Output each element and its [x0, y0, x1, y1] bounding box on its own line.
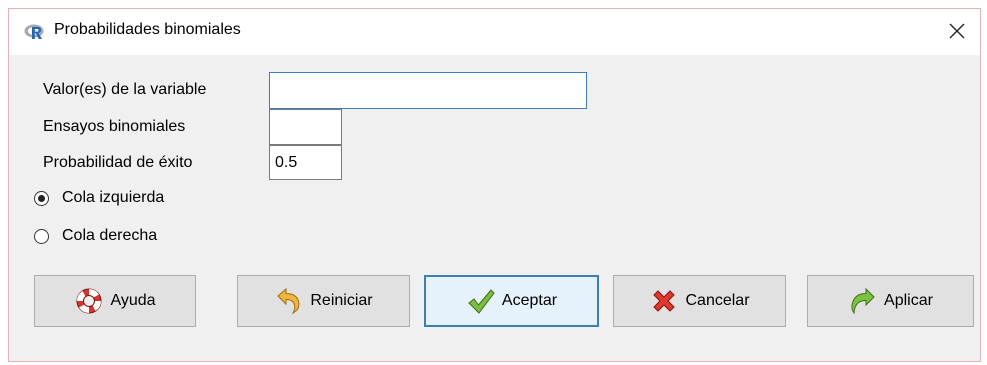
variable-values-label: Valor(es) de la variable	[43, 81, 207, 98]
r-logo-icon	[24, 23, 46, 41]
success-probability-label: Probabilidad de éxito	[43, 154, 193, 171]
ok-button[interactable]: Aceptar	[424, 275, 599, 327]
radio-left-tail[interactable]: Cola izquierda	[34, 189, 164, 207]
binomial-probabilities-dialog: Probabilidades binomiales Valor(es) de l…	[8, 8, 981, 362]
lifebuoy-icon	[74, 286, 104, 316]
red-x-icon	[649, 286, 679, 316]
radio-button-unchecked[interactable]	[34, 228, 49, 244]
cancel-button[interactable]: Cancelar	[613, 275, 786, 327]
reset-button-label: Reiniciar	[310, 292, 373, 309]
reset-button[interactable]: Reiniciar	[237, 275, 410, 327]
close-button[interactable]	[934, 9, 980, 55]
right-tail-label: Cola derecha	[62, 227, 158, 244]
apply-button[interactable]: Aplicar	[807, 275, 974, 327]
title-bar: Probabilidades binomiales	[9, 9, 980, 56]
radio-button-checked[interactable]	[34, 190, 49, 206]
apply-button-label: Aplicar	[884, 292, 933, 309]
binomial-trials-input[interactable]	[269, 109, 342, 145]
ok-button-label: Aceptar	[501, 292, 558, 309]
window-title: Probabilidades binomiales	[54, 21, 241, 38]
undo-arrow-icon	[274, 286, 304, 316]
help-button[interactable]: Ayuda	[34, 275, 196, 327]
binomial-trials-label: Ensayos binomiales	[43, 118, 186, 135]
close-icon	[949, 19, 965, 45]
redo-arrow-icon	[848, 286, 878, 316]
checkmark-icon	[466, 286, 496, 316]
cancel-button-label: Cancelar	[685, 292, 750, 309]
success-probability-input[interactable]	[269, 145, 342, 180]
radio-right-tail[interactable]: Cola derecha	[34, 227, 157, 245]
left-tail-label: Cola izquierda	[62, 189, 165, 206]
variable-values-input[interactable]	[269, 72, 587, 109]
help-button-label: Ayuda	[110, 292, 156, 309]
